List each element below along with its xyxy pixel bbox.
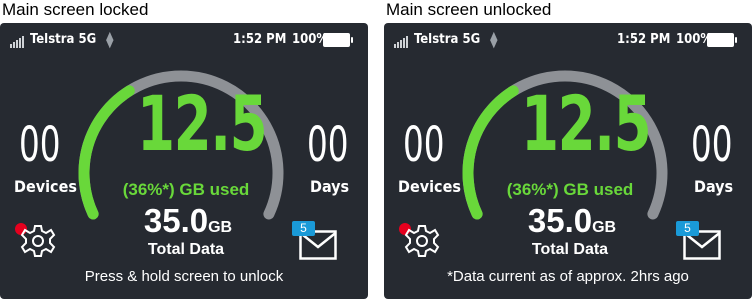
messages-badge: 5 [676, 221, 699, 236]
carrier-label: Telstra 5G [414, 32, 481, 47]
total-unit: GB [592, 219, 617, 236]
days-count: 00 [306, 117, 349, 173]
days-count: 00 [690, 117, 733, 173]
total-data-label: Total Data [531, 241, 609, 258]
data-used-label: (36%*) GB used [122, 180, 250, 199]
devices-label: Devices [398, 177, 461, 196]
devices-label: Devices [14, 177, 77, 196]
screen-unlocked[interactable]: Telstra 5G ▲ ▼ 1:52 PM 100% 00 Devices 00… [384, 23, 752, 299]
total-number: 35.0 [527, 202, 593, 239]
updown-arrows-icon: ▲ ▼ [106, 29, 114, 50]
clock: 1:52 PM [233, 32, 287, 47]
battery-icon [707, 33, 737, 47]
devices-count: 00 [402, 117, 445, 173]
total-unit: GB [208, 219, 233, 236]
gear-icon[interactable] [20, 223, 56, 259]
data-used-value: 12.5 [521, 79, 652, 168]
carrier-label: Telstra 5G [30, 32, 97, 47]
data-used-label: (36%*) GB used [506, 180, 634, 199]
locked-caption: Main screen locked [2, 0, 149, 19]
days-label: Days [694, 177, 734, 196]
status-bar: Telstra 5G ▲ ▼ 1:52 PM 100% [0, 29, 368, 51]
total-number: 35.0 [143, 202, 209, 239]
signal-bars-icon [394, 36, 410, 48]
battery-icon [323, 33, 353, 47]
status-bar: Telstra 5G ▲ ▼ 1:52 PM 100% [384, 29, 752, 51]
screen-locked[interactable]: Telstra 5G ▲ ▼ 1:52 PM 100% 00 Devices 00… [0, 23, 368, 299]
footer-text: *Data current as of approx. 2hrs ago [447, 268, 689, 285]
updown-arrows-icon: ▲ ▼ [490, 29, 498, 50]
messages-badge: 5 [292, 221, 315, 236]
unlocked-caption: Main screen unlocked [386, 0, 552, 19]
devices-count: 00 [18, 117, 61, 173]
days-label: Days [310, 177, 350, 196]
gear-icon[interactable] [404, 223, 440, 259]
clock: 1:52 PM [617, 32, 671, 47]
signal-bars-icon [10, 36, 26, 48]
footer-text: Press & hold screen to unlock [84, 268, 284, 285]
total-data-label: Total Data [147, 241, 225, 258]
data-used-value: 12.5 [137, 79, 268, 168]
